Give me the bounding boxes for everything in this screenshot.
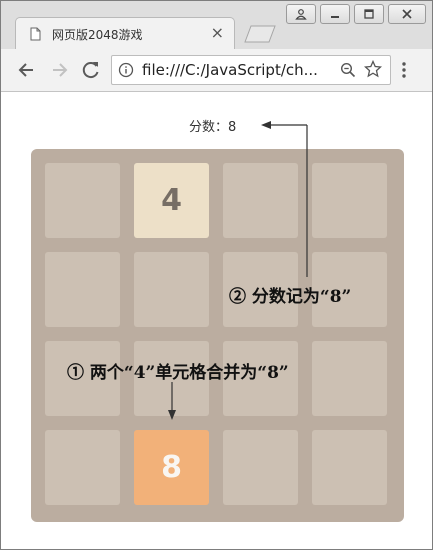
maximize-icon: [364, 9, 374, 19]
minimize-button[interactable]: [320, 4, 350, 24]
annotation-score-note: ② 分数记为“8”: [229, 287, 352, 307]
user-icon: [295, 9, 307, 20]
score-arrow-head: [261, 121, 271, 129]
forward-arrow-icon[interactable]: [49, 60, 69, 80]
tab-active[interactable]: 网页版2048游戏 ×: [15, 17, 235, 50]
empty-cell: [312, 341, 387, 416]
reload-icon[interactable]: [81, 60, 101, 80]
empty-cell: [312, 430, 387, 505]
browser-window: 网页版2048游戏 × file:///C:/JavaScript/ch...: [0, 0, 433, 550]
empty-cell: [223, 163, 298, 238]
page-icon: [30, 27, 41, 41]
window-close-icon: [402, 9, 412, 19]
game-board: 48: [31, 149, 404, 522]
menu-icon[interactable]: [401, 61, 407, 79]
empty-cell: [223, 430, 298, 505]
star-icon[interactable]: [364, 60, 382, 78]
page-content: 分数：8 48 ② 分数记为“8” ① 两个“4”单元格合并为“8”: [1, 92, 432, 549]
annotation-merge-note: ① 两个“4”单元格合并为“8”: [67, 363, 289, 383]
zoom-icon[interactable]: [340, 62, 356, 78]
window-close-button[interactable]: [388, 4, 426, 24]
empty-cell: [45, 430, 120, 505]
toolbar: file:///C:/JavaScript/ch...: [1, 49, 432, 92]
close-icon[interactable]: ×: [211, 23, 224, 42]
empty-cell: [312, 163, 387, 238]
url-text[interactable]: file:///C:/JavaScript/ch...: [142, 61, 318, 79]
tab-title: 网页版2048游戏: [52, 28, 143, 42]
empty-cell: [134, 252, 209, 327]
empty-cell: [45, 163, 120, 238]
empty-cell: [45, 252, 120, 327]
new-tab-button[interactable]: [241, 25, 279, 43]
address-bar[interactable]: file:///C:/JavaScript/ch...: [111, 55, 391, 85]
tile-8: 8: [134, 430, 209, 505]
score-display: 分数：8: [189, 120, 237, 135]
title-bar: 网页版2048游戏 ×: [1, 1, 432, 50]
back-arrow-icon[interactable]: [17, 60, 37, 80]
info-icon[interactable]: [118, 62, 134, 78]
maximize-button[interactable]: [354, 4, 384, 24]
tile-4: 4: [134, 163, 209, 238]
user-button[interactable]: [286, 4, 316, 24]
minimize-icon: [331, 16, 339, 18]
window-controls: [286, 4, 426, 24]
